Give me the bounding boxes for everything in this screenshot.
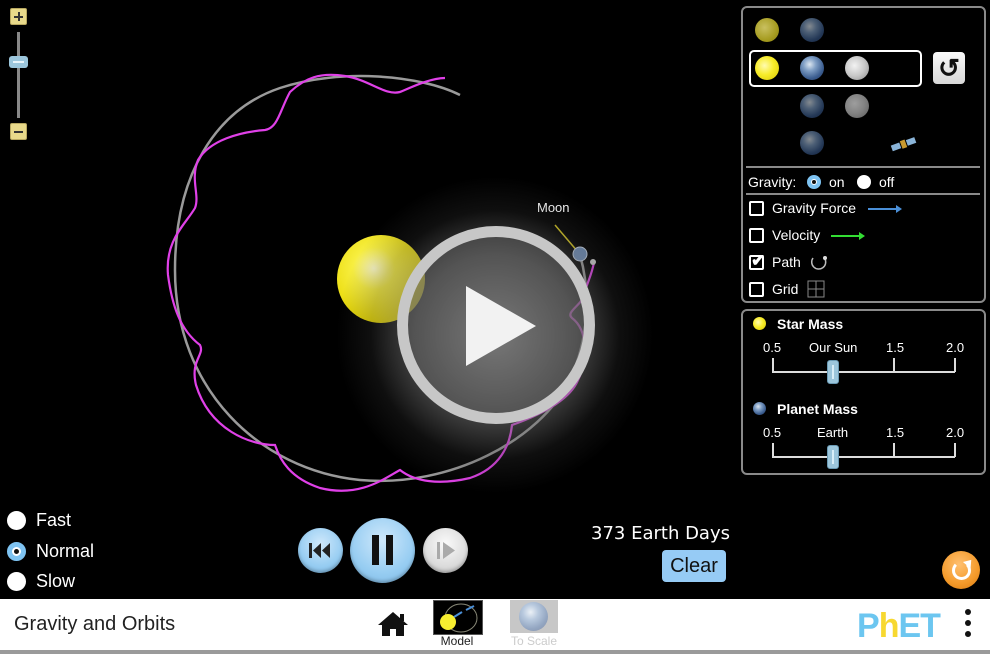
planet-mass-icon [753, 402, 766, 415]
velocity-label: Velocity [772, 227, 821, 243]
slider-tick [772, 443, 774, 457]
star-mass-icon [753, 317, 766, 330]
to-scale-screen-icon [519, 602, 548, 631]
speed-fast-label: Fast [36, 510, 72, 530]
slider-tick [954, 443, 956, 457]
speed-normal-radio[interactable] [7, 542, 26, 561]
grid-icon [807, 280, 825, 298]
path-checkbox[interactable]: ✔ [749, 251, 765, 270]
gravity-force-label: Gravity Force [772, 200, 857, 216]
star-mass-tick-label: 2.0 [946, 340, 965, 355]
planet-mass-tick-label: 2.0 [946, 425, 965, 440]
model-screen-icon [440, 603, 478, 633]
gravity-off-label: off [879, 174, 895, 190]
star-mass-tick-label: Our Sun [809, 340, 858, 355]
gravity-label: Gravity: [748, 174, 797, 190]
star-mass-slider-track[interactable] [772, 371, 955, 373]
planet-mass-title: Planet Mass [777, 401, 858, 417]
preset-2-moon-icon[interactable] [845, 56, 869, 80]
clear-time-button[interactable]: Clear [662, 550, 726, 582]
to-scale-screen-label[interactable]: To Scale [504, 634, 564, 648]
slider-tick [893, 358, 895, 372]
slider-tick [893, 443, 895, 457]
planet-mass-slider-thumb[interactable] [827, 445, 839, 469]
pause-button[interactable] [350, 518, 415, 583]
checkmark-icon: ✔ [751, 251, 766, 270]
navigation-bar: Gravity and Orbits Model To Scale PhET [0, 599, 990, 654]
step-forward-icon [437, 542, 455, 559]
gravity-on-radio[interactable] [807, 175, 821, 189]
preset-3-moon-icon[interactable] [845, 94, 869, 118]
reset-preset-button[interactable]: ↺ [933, 52, 965, 84]
speed-slow-radio[interactable] [7, 572, 26, 591]
star-mass-title: Star Mass [777, 316, 844, 332]
star-mass-slider-thumb[interactable] [827, 360, 839, 384]
speed-fast-radio[interactable] [7, 511, 26, 530]
grid-checkbox[interactable] [749, 282, 764, 297]
gravity-on-label: on [829, 174, 845, 190]
speed-slow-label: Slow [36, 571, 76, 591]
step-forward-button[interactable] [423, 528, 468, 573]
preset-4-earth-icon[interactable] [800, 131, 824, 155]
pause-icon [372, 535, 379, 565]
phet-logo[interactable]: PhET [857, 607, 941, 646]
preset-2-earth-icon[interactable] [800, 56, 824, 80]
panel-divider [746, 193, 980, 195]
model-screen-button[interactable] [433, 600, 483, 635]
play-icon [466, 286, 536, 366]
rewind-button[interactable] [298, 528, 343, 573]
preset-1-sun-icon[interactable] [755, 18, 779, 42]
preset-3-earth-icon[interactable] [800, 94, 824, 118]
panel-divider [746, 166, 980, 168]
path-icon [810, 256, 827, 270]
to-scale-screen-button[interactable] [510, 600, 558, 633]
pause-icon [386, 535, 393, 565]
star-mass-tick-label: 0.5 [763, 340, 782, 355]
gravity-off-radio[interactable] [857, 175, 871, 189]
satellite-icon[interactable] [890, 136, 918, 152]
preset-1-earth-icon[interactable] [800, 18, 824, 42]
grid-label: Grid [772, 281, 799, 297]
sim-play-area: Moon ↺ Gravity: on off Gravity Force Vel… [0, 0, 990, 599]
gravity-force-arrow-icon [868, 205, 902, 213]
slider-tick [954, 358, 956, 372]
app-title: Gravity and Orbits [14, 613, 176, 635]
velocity-checkbox[interactable] [749, 228, 764, 243]
rewind-icon [309, 543, 330, 558]
kebab-menu-icon[interactable] [965, 609, 971, 642]
mass-panel [741, 309, 986, 475]
planet-mass-tick-label: 0.5 [763, 425, 782, 440]
star-mass-tick-label: 1.5 [886, 340, 905, 355]
planet-mass-slider-track[interactable] [772, 456, 955, 458]
model-screen-label[interactable]: Model [427, 634, 487, 648]
home-icon[interactable] [377, 611, 409, 637]
velocity-arrow-icon [831, 232, 865, 240]
elapsed-time-readout: 373 Earth Days [591, 523, 730, 544]
gravity-force-checkbox[interactable] [749, 201, 764, 216]
undo-icon: ↺ [938, 53, 960, 83]
reset-all-button[interactable] [942, 551, 980, 589]
speed-normal-label: Normal [36, 541, 95, 561]
path-label: Path [772, 254, 801, 270]
slider-tick [772, 358, 774, 372]
planet-mass-tick-label: Earth [817, 425, 849, 440]
planet-mass-tick-label: 1.5 [886, 425, 905, 440]
preset-2-sun-icon[interactable] [755, 56, 779, 80]
